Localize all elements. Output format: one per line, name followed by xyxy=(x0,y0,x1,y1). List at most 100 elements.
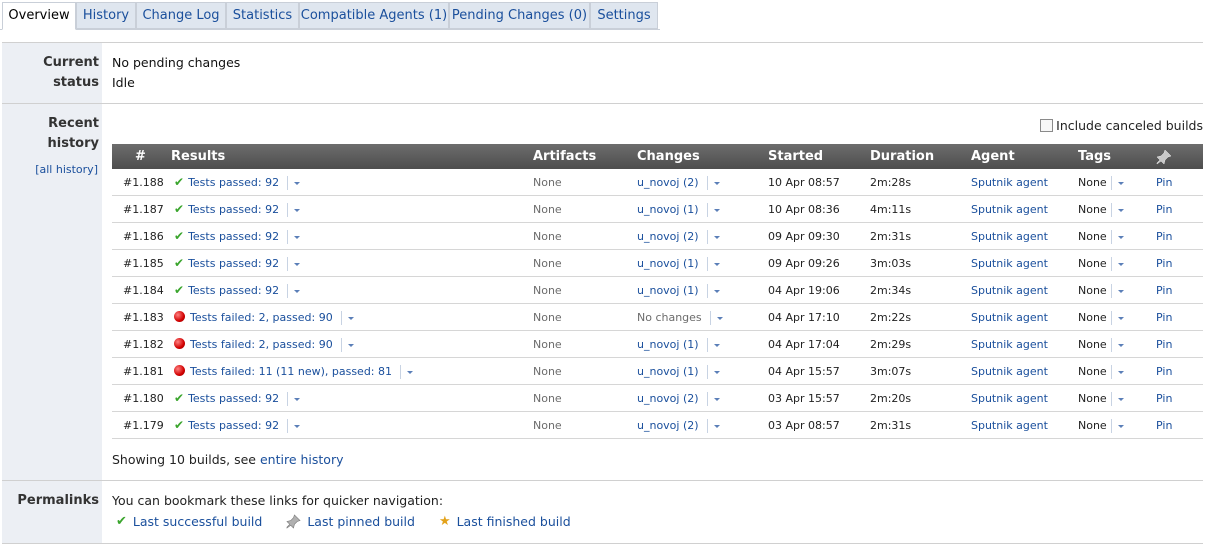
entire-history-link[interactable]: entire history xyxy=(260,452,344,467)
build-number[interactable]: #1.186 xyxy=(123,223,164,250)
build-changes-link[interactable]: u_novoj (2) xyxy=(637,230,699,243)
chevron-down-icon[interactable] xyxy=(713,343,720,347)
build-changes-link[interactable]: u_novoj (1) xyxy=(637,284,699,297)
chevron-down-icon[interactable] xyxy=(1117,262,1124,266)
tab-settings[interactable]: Settings xyxy=(590,2,658,29)
chevron-down-icon[interactable] xyxy=(713,424,720,428)
last-finished-build-label[interactable]: Last finished build xyxy=(457,513,571,531)
include-canceled-checkbox[interactable] xyxy=(1040,118,1054,132)
chevron-down-icon[interactable] xyxy=(1117,424,1124,428)
chevron-down-icon[interactable] xyxy=(716,316,723,320)
build-number[interactable]: #1.183 xyxy=(123,304,164,331)
all-history-link[interactable]: [all history] xyxy=(2,163,98,176)
chevron-down-icon[interactable] xyxy=(713,397,720,401)
chevron-down-icon[interactable] xyxy=(1117,316,1124,320)
last-successful-build-link[interactable]: ✔ Last successful build xyxy=(116,513,262,531)
pin-build-link[interactable]: Pin xyxy=(1156,277,1172,304)
chevron-down-icon[interactable] xyxy=(407,370,414,374)
build-agent-link[interactable]: Sputnik agent xyxy=(971,250,1048,277)
last-pinned-build-link[interactable]: Last pinned build xyxy=(286,513,415,531)
tab-change-log[interactable]: Change Log xyxy=(136,2,226,29)
build-number[interactable]: #1.182 xyxy=(123,331,164,358)
build-result-link[interactable]: Tests passed: 92 xyxy=(188,257,279,270)
build-changes-link[interactable]: u_novoj (1) xyxy=(637,365,699,378)
chevron-down-icon[interactable] xyxy=(294,424,301,428)
include-canceled-toggle[interactable]: Include canceled builds xyxy=(1040,117,1203,133)
chevron-down-icon[interactable] xyxy=(1117,289,1124,293)
build-result-link[interactable]: Tests failed: 2, passed: 90 xyxy=(190,311,333,324)
chevron-down-icon[interactable] xyxy=(1117,235,1124,239)
chevron-down-icon[interactable] xyxy=(713,208,720,212)
chevron-down-icon[interactable] xyxy=(713,289,720,293)
build-number[interactable]: #1.188 xyxy=(123,169,164,196)
build-agent-link[interactable]: Sputnik agent xyxy=(971,196,1048,223)
chevron-down-icon[interactable] xyxy=(1117,208,1124,212)
build-changes-link[interactable]: u_novoj (2) xyxy=(637,176,699,189)
chevron-down-icon[interactable] xyxy=(294,397,301,401)
build-number[interactable]: #1.179 xyxy=(123,412,164,439)
build-result-link[interactable]: Tests passed: 92 xyxy=(188,176,279,189)
chevron-down-icon[interactable] xyxy=(294,208,301,212)
build-started: 10 Apr 08:57 xyxy=(768,176,840,189)
pin-build-link[interactable]: Pin xyxy=(1156,250,1172,277)
chevron-down-icon[interactable] xyxy=(1117,397,1124,401)
chevron-down-icon[interactable] xyxy=(1117,181,1124,185)
tab-history[interactable]: History xyxy=(76,2,136,29)
build-changes-link[interactable]: No changes xyxy=(637,311,702,324)
build-result-link[interactable]: Tests failed: 2, passed: 90 xyxy=(190,338,333,351)
pin-build-link[interactable]: Pin xyxy=(1156,223,1172,250)
tab-compatible-agents[interactable]: Compatible Agents (1) xyxy=(299,2,449,29)
pin-build-link[interactable]: Pin xyxy=(1156,169,1172,196)
chevron-down-icon[interactable] xyxy=(294,235,301,239)
tab-pending-changes[interactable]: Pending Changes (0) xyxy=(449,2,590,29)
chevron-down-icon[interactable] xyxy=(347,343,354,347)
build-changes-link[interactable]: u_novoj (1) xyxy=(637,257,699,270)
build-result-link[interactable]: Tests passed: 92 xyxy=(188,203,279,216)
chevron-down-icon[interactable] xyxy=(713,370,720,374)
build-agent-link[interactable]: Sputnik agent xyxy=(971,412,1048,439)
pending-changes-status: No pending changes xyxy=(112,55,241,70)
build-result-link[interactable]: Tests failed: 11 (11 new), passed: 81 xyxy=(190,365,392,378)
build-result-link[interactable]: Tests passed: 92 xyxy=(188,284,279,297)
last-pinned-build-label[interactable]: Last pinned build xyxy=(307,513,415,531)
build-number[interactable]: #1.180 xyxy=(123,385,164,412)
build-changes-link[interactable]: u_novoj (1) xyxy=(637,338,699,351)
chevron-down-icon[interactable] xyxy=(347,316,354,320)
build-result-link[interactable]: Tests passed: 92 xyxy=(188,230,279,243)
tab-statistics[interactable]: Statistics xyxy=(226,2,299,29)
pin-build-link[interactable]: Pin xyxy=(1156,331,1172,358)
build-number[interactable]: #1.184 xyxy=(123,277,164,304)
tab-overview[interactable]: Overview xyxy=(2,2,76,30)
chevron-down-icon[interactable] xyxy=(713,235,720,239)
last-successful-build-label[interactable]: Last successful build xyxy=(133,513,262,531)
chevron-down-icon[interactable] xyxy=(713,181,720,185)
build-agent-link[interactable]: Sputnik agent xyxy=(971,169,1048,196)
chevron-down-icon[interactable] xyxy=(294,181,301,185)
build-agent-link[interactable]: Sputnik agent xyxy=(971,277,1048,304)
build-agent-link[interactable]: Sputnik agent xyxy=(971,304,1048,331)
pin-build-link[interactable]: Pin xyxy=(1156,385,1172,412)
build-agent-link[interactable]: Sputnik agent xyxy=(971,223,1048,250)
build-number[interactable]: #1.187 xyxy=(123,196,164,223)
build-changes-link[interactable]: u_novoj (1) xyxy=(637,203,699,216)
pin-build-link[interactable]: Pin xyxy=(1156,358,1172,385)
build-agent-link[interactable]: Sputnik agent xyxy=(971,331,1048,358)
build-agent-link[interactable]: Sputnik agent xyxy=(971,358,1048,385)
pin-build-link[interactable]: Pin xyxy=(1156,412,1172,439)
build-changes-link[interactable]: u_novoj (2) xyxy=(637,419,699,432)
chevron-down-icon[interactable] xyxy=(294,262,301,266)
build-number[interactable]: #1.181 xyxy=(123,358,164,385)
chevron-down-icon[interactable] xyxy=(713,262,720,266)
chevron-down-icon[interactable] xyxy=(1117,343,1124,347)
pin-build-link[interactable]: Pin xyxy=(1156,304,1172,331)
build-agent-link[interactable]: Sputnik agent xyxy=(971,385,1048,412)
pin-build-link[interactable]: Pin xyxy=(1156,196,1172,223)
dropdown-separator xyxy=(706,338,708,352)
build-result-link[interactable]: Tests passed: 92 xyxy=(188,419,279,432)
chevron-down-icon[interactable] xyxy=(294,289,301,293)
chevron-down-icon[interactable] xyxy=(1117,370,1124,374)
build-number[interactable]: #1.185 xyxy=(123,250,164,277)
build-changes-link[interactable]: u_novoj (2) xyxy=(637,392,699,405)
last-finished-build-link[interactable]: ★ Last finished build xyxy=(439,513,571,531)
build-result-link[interactable]: Tests passed: 92 xyxy=(188,392,279,405)
